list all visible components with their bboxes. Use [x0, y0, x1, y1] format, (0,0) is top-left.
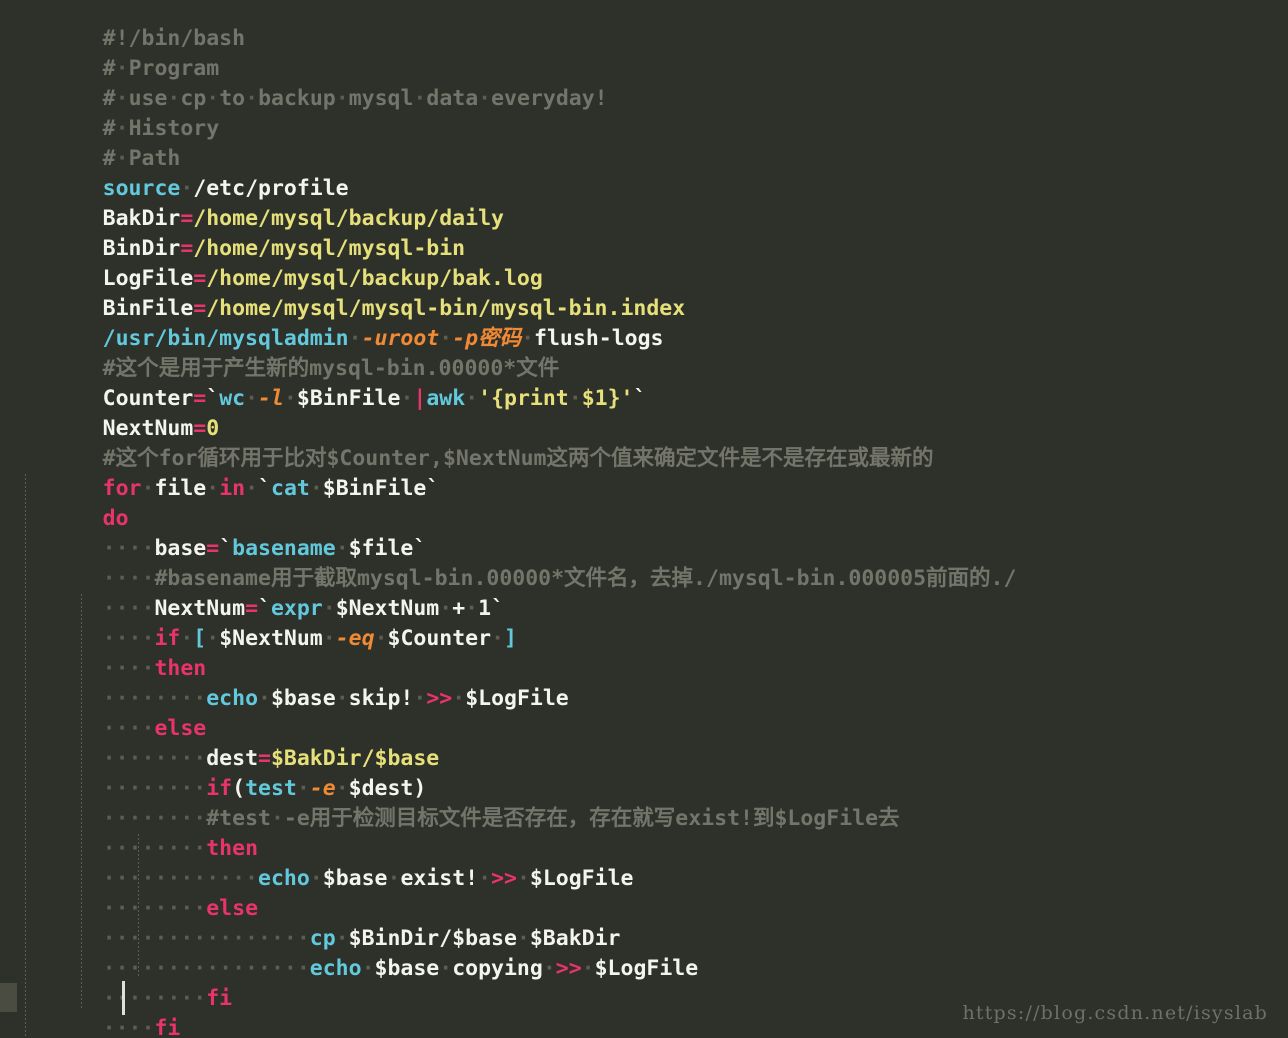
text-caret: [122, 981, 125, 1015]
code-line[interactable]: BakDir=/home/mysql/backup/daily: [0, 174, 1288, 204]
code-line[interactable]: #·Program: [0, 24, 1288, 54]
code-line[interactable]: ········echo·$base·skip!·>>·$LogFile: [0, 654, 1288, 684]
code-line[interactable]: ············echo·$base·exist!·>>·$LogFil…: [0, 834, 1288, 864]
code-line[interactable]: ········if(test·-e·$dest): [0, 744, 1288, 774]
code-line[interactable]: #!/bin/bash: [0, 0, 1288, 24]
code-line[interactable]: ········dest=$BakDir/$base: [0, 714, 1288, 744]
code-line[interactable]: ········fi: [0, 954, 1288, 984]
code-line[interactable]: ····#basename用于截取mysql-bin.00000*文件名，去掉.…: [0, 534, 1288, 564]
code-line[interactable]: #这个是用于产生新的mysql-bin.00000*文件: [0, 324, 1288, 354]
code-line[interactable]: ········else: [0, 864, 1288, 894]
code-editor[interactable]: #!/bin/bash #·Program #·use·cp·to·backup…: [0, 0, 1288, 1038]
gutter-mark-block: [0, 983, 17, 1012]
code-line[interactable]: ········#test·-e用于检测目标文件是否存在，存在就写exist!到…: [0, 774, 1288, 804]
code-line[interactable]: LogFile=/home/mysql/backup/bak.log: [0, 234, 1288, 264]
code-line[interactable]: #·Path: [0, 114, 1288, 144]
code-line[interactable]: ····NextNum=`expr·$NextNum·+·1`: [0, 564, 1288, 594]
code-line[interactable]: Counter=`wc·-l·$BinFile·|awk·'{print·$1}…: [0, 354, 1288, 384]
code-line[interactable]: do: [0, 474, 1288, 504]
code-line[interactable]: ················echo·$base·copying·>>·$L…: [0, 924, 1288, 954]
code-line[interactable]: ········then: [0, 804, 1288, 834]
code-line[interactable]: ····else: [0, 684, 1288, 714]
code-line[interactable]: ····if·[·$NextNum·-eq·$Counter·]: [0, 594, 1288, 624]
code-line[interactable]: #这个for循环用于比对$Counter,$NextNum这两个值来确定文件是不…: [0, 414, 1288, 444]
code-line[interactable]: BinFile=/home/mysql/mysql-bin/mysql-bin.…: [0, 264, 1288, 294]
code-line[interactable]: source·/etc/profile: [0, 144, 1288, 174]
code-line[interactable]: NextNum=0: [0, 384, 1288, 414]
code-line[interactable]: BinDir=/home/mysql/mysql-bin: [0, 204, 1288, 234]
code-line[interactable]: ················cp·$BinDir/$base·$BakDir: [0, 894, 1288, 924]
code-line[interactable]: for·file·in·`cat·$BinFile`: [0, 444, 1288, 474]
code-line[interactable]: ····then: [0, 624, 1288, 654]
watermark: https://blog.csdn.net/isyslab: [962, 1002, 1268, 1024]
code-line[interactable]: #·use·cp·to·backup·mysql·data·everyday!: [0, 54, 1288, 84]
code-line[interactable]: ····base=`basename·$file`: [0, 504, 1288, 534]
code-line[interactable]: #·History: [0, 84, 1288, 114]
code-lines: #!/bin/bash #·Program #·use·cp·to·backup…: [0, 0, 1288, 1038]
code-line[interactable]: /usr/bin/mysqladmin·-uroot·-p密码·flush-lo…: [0, 294, 1288, 324]
